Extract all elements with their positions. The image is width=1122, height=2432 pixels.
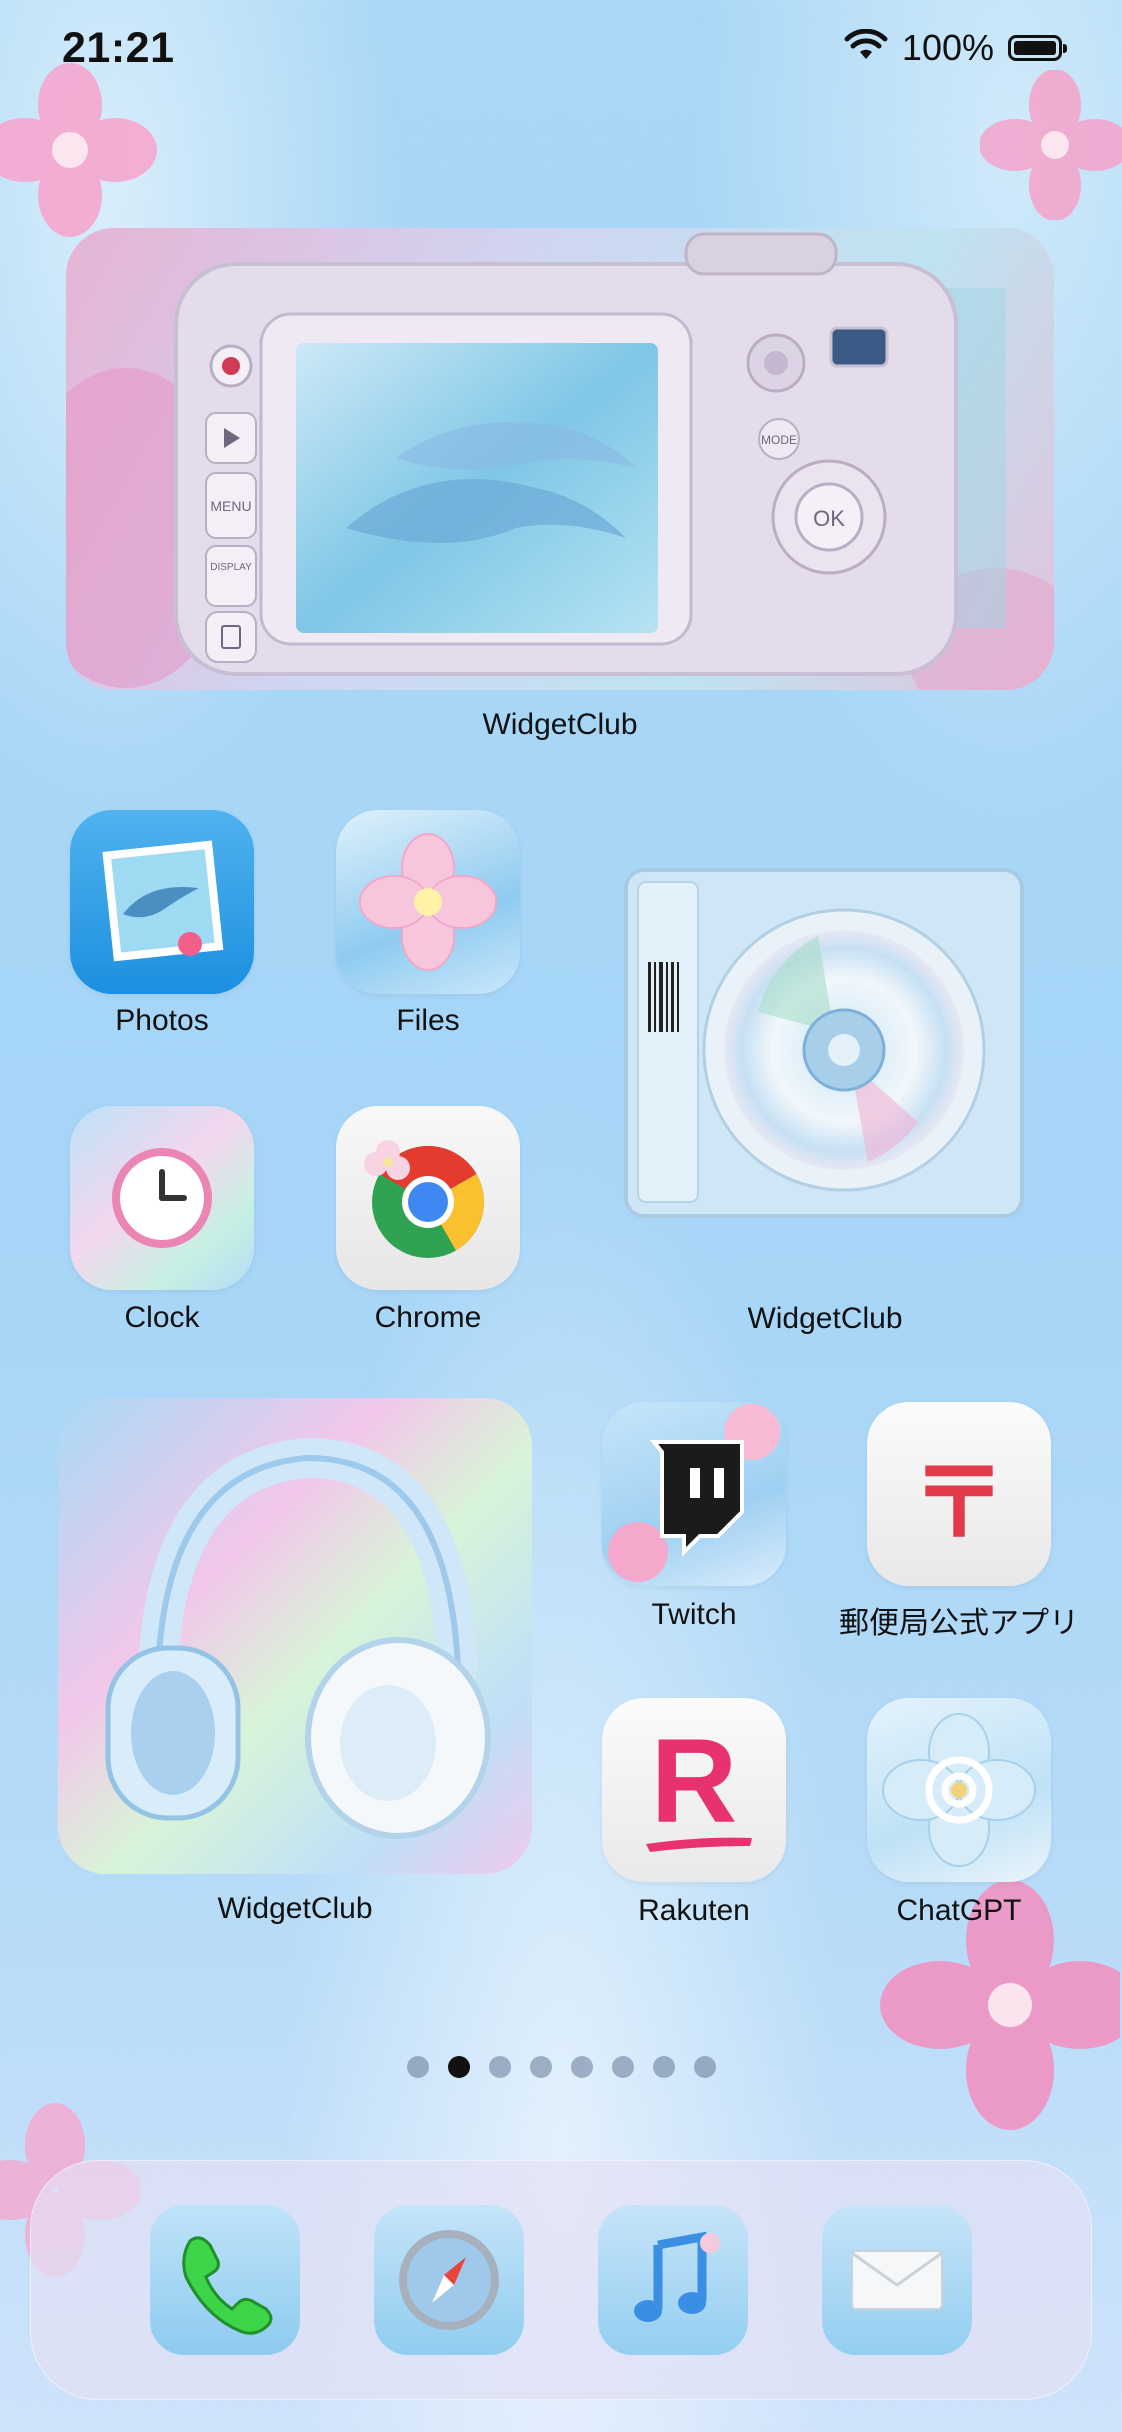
camera-mode-text: MODE (761, 433, 797, 447)
safari-icon[interactable] (374, 2205, 524, 2355)
post-office-app-icon[interactable]: 〒 (867, 1402, 1051, 1586)
app-label-chatgpt: ChatGPT (896, 1894, 1022, 1927)
widget-label-headphones: WidgetClub (217, 1892, 373, 1925)
widget-label-camera: WidgetClub (482, 708, 638, 741)
page-dot-active[interactable] (447, 2056, 470, 2078)
post-mark-icon: 〒 (911, 1449, 1007, 1557)
app-label-chrome: Chrome (374, 1301, 482, 1334)
headphones-widget[interactable] (58, 1398, 532, 1874)
app-label-photos: Photos (115, 1004, 209, 1037)
battery-percentage: 100% (901, 27, 994, 68)
app-label-post-office: 郵便局公式アプリ (839, 1607, 1079, 1640)
photos-app-icon[interactable] (70, 810, 254, 994)
chrome-app-icon[interactable] (336, 1106, 520, 1290)
battery-icon (1008, 35, 1067, 61)
page-dot[interactable] (693, 2056, 716, 2078)
chatgpt-app-icon[interactable] (867, 1698, 1051, 1882)
music-icon[interactable] (598, 2205, 748, 2355)
twitch-app-icon[interactable] (602, 1402, 786, 1586)
page-dot[interactable] (406, 2056, 429, 2078)
app-label-files: Files (396, 1004, 460, 1037)
mail-icon[interactable] (822, 2205, 972, 2355)
status-time: 21:21 (62, 24, 175, 72)
cd-widget[interactable] (618, 862, 1032, 1224)
camera-widget[interactable]: MENU DISPLAY MODE OK (66, 228, 1054, 690)
background-flower-top-left (0, 60, 160, 240)
page-dot[interactable] (652, 2056, 675, 2078)
files-app-icon[interactable] (336, 810, 520, 994)
clock-app-icon[interactable] (70, 1106, 254, 1290)
status-right: 100% (844, 24, 1067, 72)
page-dot[interactable] (570, 2056, 593, 2078)
page-dot[interactable] (488, 2056, 511, 2078)
app-label-clock: Clock (124, 1301, 200, 1334)
camera-menu-text: MENU (210, 498, 251, 514)
app-label-rakuten: Rakuten (638, 1894, 750, 1927)
background-flower-top-right (979, 69, 1122, 221)
camera-ok-text: OK (813, 506, 845, 531)
app-label-twitch: Twitch (651, 1598, 737, 1631)
widget-label-cd: WidgetClub (747, 1302, 903, 1335)
page-dot[interactable] (529, 2056, 552, 2078)
wifi-icon (844, 28, 888, 68)
rakuten-app-icon[interactable]: R (602, 1698, 786, 1882)
page-dot[interactable] (611, 2056, 634, 2078)
camera-display-text: DISPLAY (210, 562, 252, 573)
phone-icon[interactable] (150, 2205, 300, 2355)
page-indicator[interactable] (0, 2056, 1122, 2078)
